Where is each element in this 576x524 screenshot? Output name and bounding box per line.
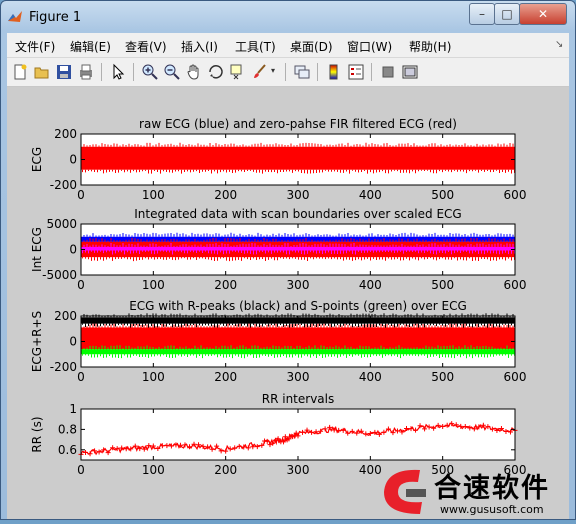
y-tick-label-3-2: -200	[50, 360, 77, 374]
x-tick-label-3-1: 100	[142, 370, 165, 384]
series-2-3-band	[81, 246, 515, 251]
figure-client: 文件(F) 编辑(E) 查看(V) 插入(I) 工具(T) 桌面(D) 窗口(W…	[7, 33, 569, 519]
rotate-3d-icon[interactable]	[207, 63, 225, 81]
figure-window: Figure 1 – □ ✕ 文件(F) 编辑(E) 查看(V) 插入(I) 工…	[0, 0, 576, 520]
series-1-1-band	[81, 146, 515, 170]
x-tick-label-3-4: 400	[359, 370, 382, 384]
y-tick-label-4-0: 1	[69, 402, 77, 416]
menu-window[interactable]: 窗口(W)	[347, 38, 392, 55]
menu-desktop[interactable]: 桌面(D)	[290, 38, 333, 55]
link-icon[interactable]	[293, 63, 311, 81]
y-tick-label-3-1: 0	[69, 335, 77, 349]
hide-plot-tools-icon[interactable]	[379, 63, 397, 81]
x-tick-label-3-0: 0	[77, 370, 85, 384]
y-tick-label-3-0: 200	[54, 309, 77, 323]
watermark-logo: 合速软件 www.gususoft.com	[376, 462, 576, 520]
menu-tools[interactable]: 工具(T)	[235, 38, 276, 55]
menu-view[interactable]: 查看(V)	[125, 38, 167, 55]
axes-4-ylabel: RR (s)	[30, 416, 44, 452]
x-tick-label-4-0: 0	[77, 463, 85, 477]
y-tick-label-4-2: 0.6	[58, 443, 77, 457]
x-tick-label-1-4: 400	[359, 188, 382, 202]
menu-file[interactable]: 文件(F)	[15, 38, 55, 55]
x-tick-label-2-0: 0	[77, 278, 85, 292]
axes-1-ylabel: ECG	[30, 147, 44, 172]
y-tick-label-2-0: 5000	[46, 217, 77, 231]
legend-icon[interactable]	[347, 63, 365, 81]
x-tick-label-1-0: 0	[77, 188, 85, 202]
x-tick-label-2-4: 400	[359, 278, 382, 292]
matlab-icon	[8, 11, 22, 22]
x-tick-label-3-6: 600	[504, 370, 527, 384]
axes-1-title: raw ECG (blue) and zero-pahse FIR filter…	[139, 117, 457, 131]
axes-3-title: ECG with R-peaks (black) and S-points (g…	[129, 299, 467, 313]
brush-icon[interactable]	[251, 63, 269, 81]
y-tick-label-1-2: -200	[50, 178, 77, 192]
x-tick-label-2-1: 100	[142, 278, 165, 292]
save-icon[interactable]	[55, 63, 73, 81]
x-tick-label-4-2: 200	[214, 463, 237, 477]
plots-svg: 0 100 200 300 400 500 6002000-200raw ECG (blue…	[30, 117, 527, 477]
x-tick-label-2-6: 600	[504, 278, 527, 292]
menu-help[interactable]: 帮助(H)	[409, 38, 451, 55]
new-figure-icon[interactable]	[11, 63, 29, 81]
menu-edit[interactable]: 编辑(E)	[70, 38, 111, 55]
menu-insert[interactable]: 插入(I)	[181, 38, 218, 55]
y-tick-label-1-1: 0	[69, 153, 77, 167]
colorbar-icon[interactable]	[325, 63, 343, 81]
minimize-button[interactable]: –	[469, 3, 495, 25]
title-bar[interactable]: Figure 1 – □ ✕	[1, 1, 575, 33]
x-tick-label-1-3: 300	[287, 188, 310, 202]
menu-bar: 文件(F) 编辑(E) 查看(V) 插入(I) 工具(T) 桌面(D) 窗口(W…	[7, 33, 569, 58]
axes-3-ylabel: ECG+R+S	[30, 311, 44, 372]
toolbar: ▾	[7, 58, 569, 87]
axes-4-title: RR intervals	[262, 392, 335, 406]
maximize-button[interactable]: □	[494, 3, 520, 25]
window-title: Figure 1	[29, 10, 82, 25]
x-tick-label-1-2: 200	[214, 188, 237, 202]
x-tick-label-4-1: 100	[142, 463, 165, 477]
y-tick-label-2-2: -5000	[42, 268, 77, 282]
open-file-icon[interactable]	[33, 63, 51, 81]
x-tick-label-3-5: 500	[431, 370, 454, 384]
show-plot-tools-icon[interactable]	[401, 63, 419, 81]
watermark-text: 合速软件	[434, 473, 550, 504]
x-tick-label-2-3: 300	[287, 278, 310, 292]
close-button[interactable]: ✕	[519, 3, 567, 25]
series-3-3-band	[81, 349, 515, 355]
data-cursor-icon[interactable]	[229, 63, 247, 81]
x-tick-label-3-2: 200	[214, 370, 237, 384]
x-tick-label-4-3: 300	[287, 463, 310, 477]
watermark-url: www.gususoft.com	[440, 503, 544, 516]
y-tick-label-2-1: 0	[69, 243, 77, 257]
x-tick-label-1-5: 500	[431, 188, 454, 202]
menu-dock-arrow[interactable]: ↘	[555, 39, 563, 50]
pointer-icon[interactable]	[109, 63, 127, 81]
x-tick-label-2-2: 200	[214, 278, 237, 292]
y-tick-label-4-1: 0.8	[58, 422, 77, 436]
figure-canvas: 0 100 200 300 400 500 600 200 0 -200 raw ECG (blue…	[7, 87, 569, 519]
zoom-out-icon[interactable]	[163, 63, 181, 81]
x-tick-label-2-5: 500	[431, 278, 454, 292]
x-tick-label-1-1: 100	[142, 188, 165, 202]
print-icon[interactable]	[77, 63, 95, 81]
x-tick-label-3-3: 300	[287, 370, 310, 384]
axes-2-ylabel: Int ECG	[30, 227, 44, 272]
axes-2-title: Integrated data with scan boundaries ove…	[134, 207, 461, 221]
pan-icon[interactable]	[185, 63, 203, 81]
x-tick-label-1-6: 600	[504, 188, 527, 202]
y-tick-label-1-0: 200	[54, 127, 77, 141]
zoom-in-icon[interactable]	[141, 63, 159, 81]
